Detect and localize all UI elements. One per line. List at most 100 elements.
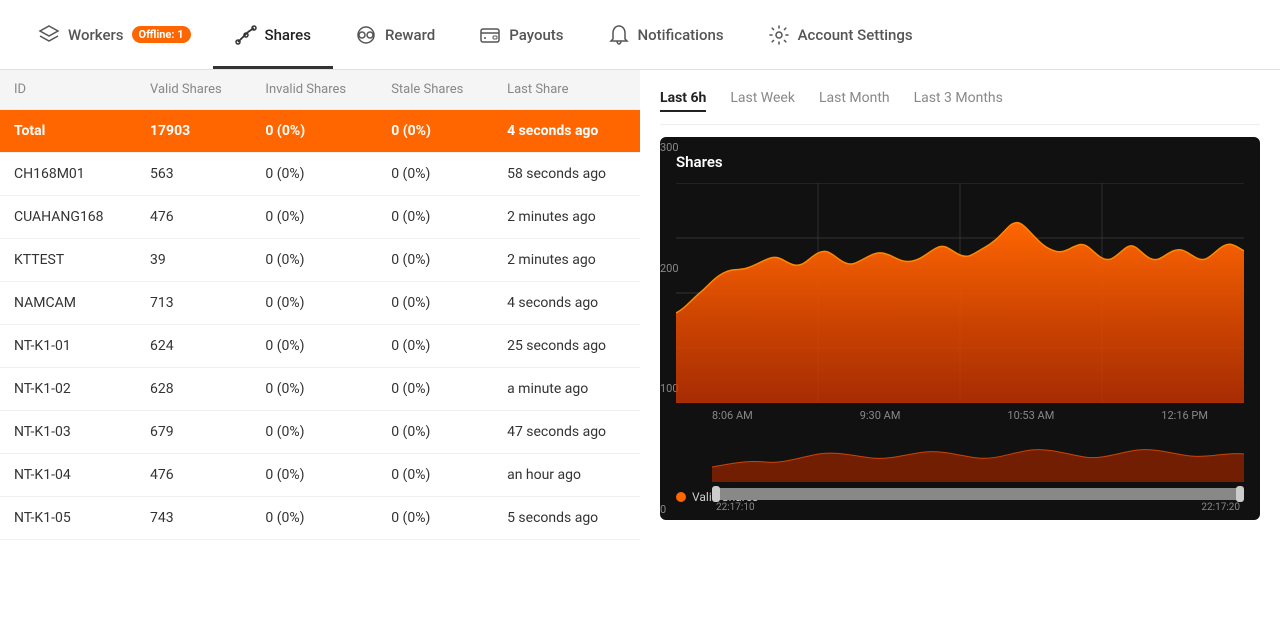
col-invalid: Invalid Shares <box>251 70 377 110</box>
main-chart-svg <box>676 183 1244 403</box>
row-valid: 628 <box>136 368 251 411</box>
chart-tabs: Last 6h Last Week Last Month Last 3 Mont… <box>660 80 1260 125</box>
nav-item-shares[interactable]: Shares <box>213 0 333 69</box>
shares-table: ID Valid Shares Invalid Shares Stale Sha… <box>0 70 640 540</box>
row-id: NT-K1-05 <box>0 497 136 540</box>
reward-icon <box>355 24 377 46</box>
row-invalid: 0 (0%) <box>251 497 377 540</box>
row-invalid: 0 (0%) <box>251 196 377 239</box>
row-stale: 0 (0%) <box>377 368 493 411</box>
table-row: NT-K1-04 476 0 (0%) 0 (0%) an hour ago <box>0 454 640 497</box>
row-valid: 39 <box>136 239 251 282</box>
row-last: 25 seconds ago <box>493 325 640 368</box>
row-valid: 563 <box>136 153 251 196</box>
nav-item-reward[interactable]: Reward <box>333 0 457 69</box>
col-stale: Stale Shares <box>377 70 493 110</box>
row-last: a minute ago <box>493 368 640 411</box>
nav-shares-label: Shares <box>265 26 311 44</box>
nav-item-workers[interactable]: Workers Offline: 1 <box>16 0 213 69</box>
row-invalid: 0 (0%) <box>251 325 377 368</box>
row-last: 47 seconds ago <box>493 411 640 454</box>
x-label-3: 12:16 PM <box>1161 409 1208 422</box>
nav-item-payouts[interactable]: Payouts <box>457 0 585 69</box>
mini-chart: 22:17:10 22:17:20 <box>712 432 1244 482</box>
row-stale: 0 (0%) <box>377 325 493 368</box>
row-invalid: 0 (0%) <box>251 411 377 454</box>
main-nav: Workers Offline: 1 Shares <box>0 0 1280 70</box>
nav-reward-label: Reward <box>385 26 435 44</box>
row-id: KTTEST <box>0 239 136 282</box>
col-valid: Valid Shares <box>136 70 251 110</box>
shares-icon <box>235 24 257 46</box>
timeline-handle-right[interactable] <box>1236 486 1244 502</box>
row-stale: 0 (0%) <box>377 196 493 239</box>
nav-account-settings-label: Account Settings <box>798 26 913 44</box>
total-row: Total 17903 0 (0%) 0 (0%) 4 seconds ago <box>0 110 640 153</box>
row-id: NT-K1-04 <box>0 454 136 497</box>
row-stale: 0 (0%) <box>377 239 493 282</box>
x-label-0: 8:06 AM <box>712 409 753 422</box>
nav-workers-label: Workers <box>68 26 124 44</box>
table-row: NAMCAM 713 0 (0%) 0 (0%) 4 seconds ago <box>0 282 640 325</box>
table-row: CUAHANG168 476 0 (0%) 0 (0%) 2 minutes a… <box>0 196 640 239</box>
main-chart-area <box>676 183 1244 403</box>
x-label-2: 10:53 AM <box>1007 409 1054 422</box>
row-stale: 0 (0%) <box>377 497 493 540</box>
nav-item-account-settings[interactable]: Account Settings <box>746 0 935 69</box>
row-id: NT-K1-03 <box>0 411 136 454</box>
row-id: NAMCAM <box>0 282 136 325</box>
row-id: CUAHANG168 <box>0 196 136 239</box>
row-valid: 743 <box>136 497 251 540</box>
table-row: NT-K1-05 743 0 (0%) 0 (0%) 5 seconds ago <box>0 497 640 540</box>
tab-last-month[interactable]: Last Month <box>819 90 890 112</box>
row-invalid: 0 (0%) <box>251 454 377 497</box>
x-axis: 8:06 AM 9:30 AM 10:53 AM 12:16 PM <box>676 403 1244 422</box>
nav-item-notifications[interactable]: Notifications <box>586 0 746 69</box>
total-last: 4 seconds ago <box>493 110 640 153</box>
row-stale: 0 (0%) <box>377 153 493 196</box>
payouts-icon <box>479 24 501 46</box>
main-content: ID Valid Shares Invalid Shares Stale Sha… <box>0 70 1280 540</box>
row-stale: 0 (0%) <box>377 282 493 325</box>
timeline-handle-left[interactable] <box>712 486 720 502</box>
shares-table-panel: ID Valid Shares Invalid Shares Stale Sha… <box>0 70 640 540</box>
nav-notifications-label: Notifications <box>638 26 724 44</box>
row-invalid: 0 (0%) <box>251 153 377 196</box>
bell-icon <box>608 24 630 46</box>
row-valid: 679 <box>136 411 251 454</box>
row-id: CH168M01 <box>0 153 136 196</box>
total-invalid: 0 (0%) <box>251 110 377 153</box>
table-row: CH168M01 563 0 (0%) 0 (0%) 58 seconds ag… <box>0 153 640 196</box>
table-row: NT-K1-01 624 0 (0%) 0 (0%) 25 seconds ag… <box>0 325 640 368</box>
row-valid: 713 <box>136 282 251 325</box>
y-300: 300 <box>660 141 690 154</box>
tab-last-3-months[interactable]: Last 3 Months <box>914 90 1003 112</box>
timeline-label-right: 22:17:20 <box>1201 502 1240 513</box>
row-stale: 0 (0%) <box>377 411 493 454</box>
tab-last-6h[interactable]: Last 6h <box>660 90 706 112</box>
row-last: 4 seconds ago <box>493 282 640 325</box>
table-row: NT-K1-02 628 0 (0%) 0 (0%) a minute ago <box>0 368 640 411</box>
row-valid: 624 <box>136 325 251 368</box>
x-label-1: 9:30 AM <box>860 409 901 422</box>
col-id: ID <box>0 70 136 110</box>
tab-last-week[interactable]: Last Week <box>730 90 795 112</box>
row-valid: 476 <box>136 196 251 239</box>
nav-bar: Workers Offline: 1 Shares <box>0 0 1280 70</box>
row-invalid: 0 (0%) <box>251 368 377 411</box>
timeline-labels: 22:17:10 22:17:20 <box>712 500 1244 515</box>
row-id: NT-K1-02 <box>0 368 136 411</box>
total-id: Total <box>0 110 136 153</box>
row-valid: 476 <box>136 454 251 497</box>
col-last: Last Share <box>493 70 640 110</box>
chart-title: Shares <box>676 153 1244 171</box>
total-stale: 0 (0%) <box>377 110 493 153</box>
table-header-row: ID Valid Shares Invalid Shares Stale Sha… <box>0 70 640 110</box>
row-invalid: 0 (0%) <box>251 239 377 282</box>
timeline-label-left: 22:17:10 <box>716 502 755 513</box>
row-invalid: 0 (0%) <box>251 282 377 325</box>
row-last: 2 minutes ago <box>493 239 640 282</box>
mini-chart-svg <box>712 432 1244 482</box>
row-last: 5 seconds ago <box>493 497 640 540</box>
y-0: 0 <box>660 503 690 516</box>
